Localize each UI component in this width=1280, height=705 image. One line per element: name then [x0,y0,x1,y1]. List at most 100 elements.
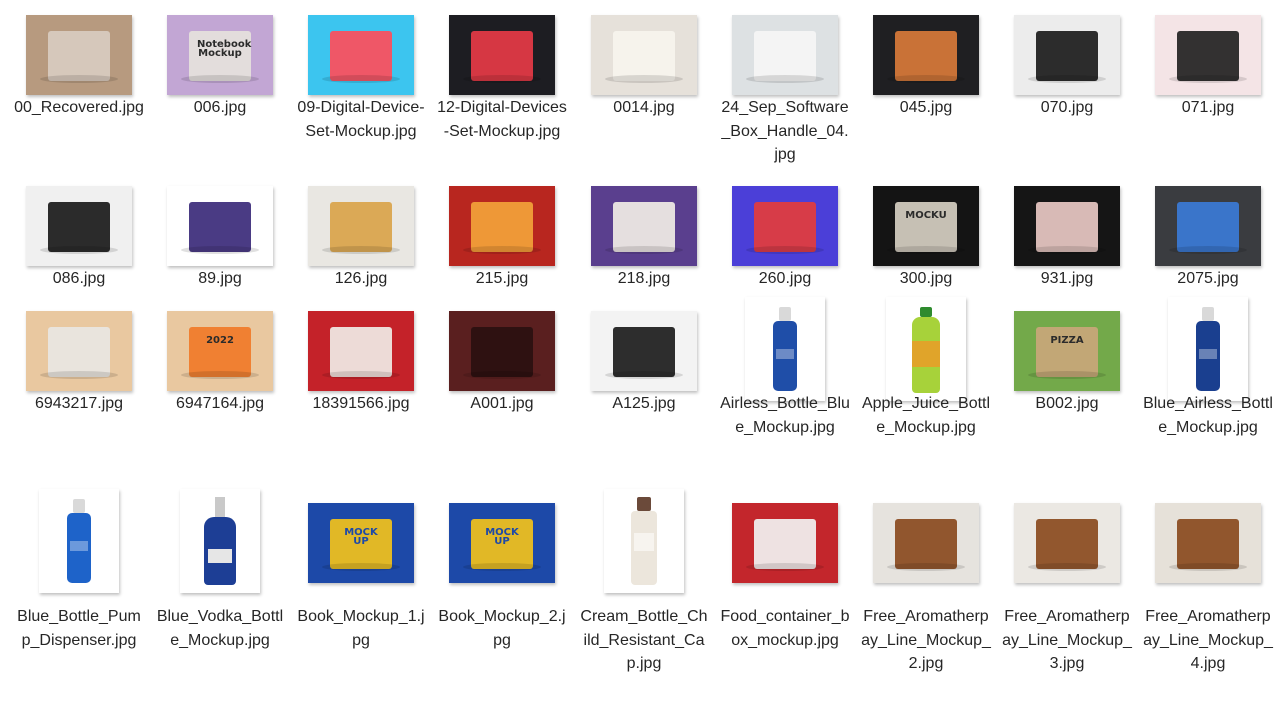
thumbnail-object [48,327,110,377]
image-thumbnail-icon[interactable] [26,15,132,95]
image-thumbnail-icon[interactable] [167,186,273,266]
bottle-cap [920,307,932,317]
image-thumbnail-icon[interactable] [308,186,414,266]
thumbnail-frame [1008,492,1126,590]
file-name-label: 931.jpg [1040,270,1094,287]
thumbnail-frame [1149,175,1267,273]
thumbnail-object [895,519,957,569]
thumbnail-frame [20,175,138,273]
bottle-cap [1202,307,1214,321]
file-name-label: 215.jpg [475,270,529,287]
thumbnail-shadow [40,371,118,379]
image-thumbnail-icon[interactable] [1155,15,1261,95]
image-thumbnail-icon[interactable] [1155,186,1261,266]
image-thumbnail-icon[interactable] [308,311,414,391]
thumbnail-shadow [605,371,683,379]
file-name-label: 12-Digital-Devices-Set-Mockup.jpg [437,99,567,140]
image-thumbnail-icon[interactable]: MOCK UP [449,503,555,583]
file-name-label: 89.jpg [198,270,242,287]
file-name-label: 6943217.jpg [34,395,124,412]
image-thumbnail-icon[interactable] [1014,503,1120,583]
image-thumbnail-icon[interactable] [180,489,260,593]
thumbnail-text: PIZZA [1050,335,1084,346]
thumbnail-frame [726,4,844,102]
thumbnail-shadow [1169,563,1247,571]
thumbnail-shadow [463,75,541,83]
image-thumbnail-icon[interactable] [1014,15,1120,95]
image-thumbnail-icon[interactable] [732,15,838,95]
thumbnail-object [1036,519,1098,569]
image-thumbnail-icon[interactable] [873,503,979,583]
image-thumbnail-icon[interactable] [308,15,414,95]
image-thumbnail-icon[interactable] [1014,186,1120,266]
thumbnail-frame: Notebook Mockup [161,4,279,102]
image-thumbnail-icon[interactable] [26,311,132,391]
thumbnail-text: MOCK UP [485,527,519,547]
file-name-label: Blue_Airless_Bottle_Mockup.jpg [1143,395,1273,436]
image-thumbnail-icon[interactable] [873,15,979,95]
thumbnail-object [895,31,957,81]
file-name-label: A001.jpg [470,395,534,412]
bottle-neck [215,497,225,517]
thumbnail-text: 2022 [206,335,234,346]
thumbnail-object [1177,519,1239,569]
thumbnail-frame [585,175,703,273]
thumbnail-frame [585,489,703,593]
thumbnail-shadow [40,246,118,254]
image-thumbnail-icon[interactable] [604,489,684,593]
file-name-label: 260.jpg [758,270,812,287]
image-thumbnail-icon[interactable] [1155,503,1261,583]
file-name-label: 218.jpg [617,270,671,287]
bottle-label [1199,349,1217,359]
thumbnail-object [471,202,533,252]
thumbnail-text: MOCK UP [344,527,378,547]
image-thumbnail-icon[interactable]: Notebook Mockup [167,15,273,95]
thumbnail-shadow [322,563,400,571]
image-thumbnail-icon[interactable] [449,186,555,266]
thumbnail-object [471,31,533,81]
image-thumbnail-icon[interactable] [1168,297,1248,401]
image-thumbnail-icon[interactable]: MOCK UP [308,503,414,583]
image-thumbnail-icon[interactable] [732,186,838,266]
image-thumbnail-icon[interactable] [26,186,132,266]
image-thumbnail-icon[interactable] [449,15,555,95]
thumbnail-shadow [181,75,259,83]
thumbnail-shadow [746,563,824,571]
image-thumbnail-icon[interactable]: MOCKU [873,186,979,266]
file-name-label: Book_Mockup_2.jpg [438,608,566,649]
bottle-label [634,533,654,551]
thumbnail-frame [302,175,420,273]
thumbnail-frame: 2022 [161,300,279,398]
thumbnail-frame: MOCK UP [302,492,420,590]
file-name-label: Free_Aromatherpay_Line_Mockup_2.jpg [861,608,991,672]
thumbnail-shadow [605,246,683,254]
image-thumbnail-icon[interactable] [591,15,697,95]
thumbnail-object [471,327,533,377]
thumbnail-shadow [463,371,541,379]
image-thumbnail-icon[interactable]: PIZZA [1014,311,1120,391]
image-thumbnail-icon[interactable]: 2022 [167,311,273,391]
thumbnail-object [1177,202,1239,252]
file-name-label: 09-Digital-Device-Set-Mockup.jpg [297,99,425,140]
thumbnail-frame [443,300,561,398]
file-name-label: 126.jpg [334,270,388,287]
image-thumbnail-icon[interactable] [886,297,966,401]
file-name-label: Book_Mockup_1.jpg [297,608,425,649]
file-name-label: 00_Recovered.jpg [14,99,144,116]
image-thumbnail-icon[interactable] [591,186,697,266]
bottle-cap [779,307,791,321]
file-name-label: Blue_Bottle_Pump_Dispenser.jpg [17,608,141,649]
thumbnail-frame [726,492,844,590]
image-thumbnail-icon[interactable] [745,297,825,401]
image-thumbnail-icon[interactable] [449,311,555,391]
thumbnail-shadow [322,371,400,379]
thumbnail-shadow [1028,75,1106,83]
image-thumbnail-icon[interactable] [591,311,697,391]
image-thumbnail-icon[interactable] [732,503,838,583]
image-thumbnail-icon[interactable] [39,489,119,593]
thumbnail-frame [726,297,844,401]
thumbnail-object [1036,31,1098,81]
thumbnail-shadow [463,246,541,254]
thumbnail-frame: MOCKU [867,175,985,273]
file-name-label: B002.jpg [1035,395,1099,412]
